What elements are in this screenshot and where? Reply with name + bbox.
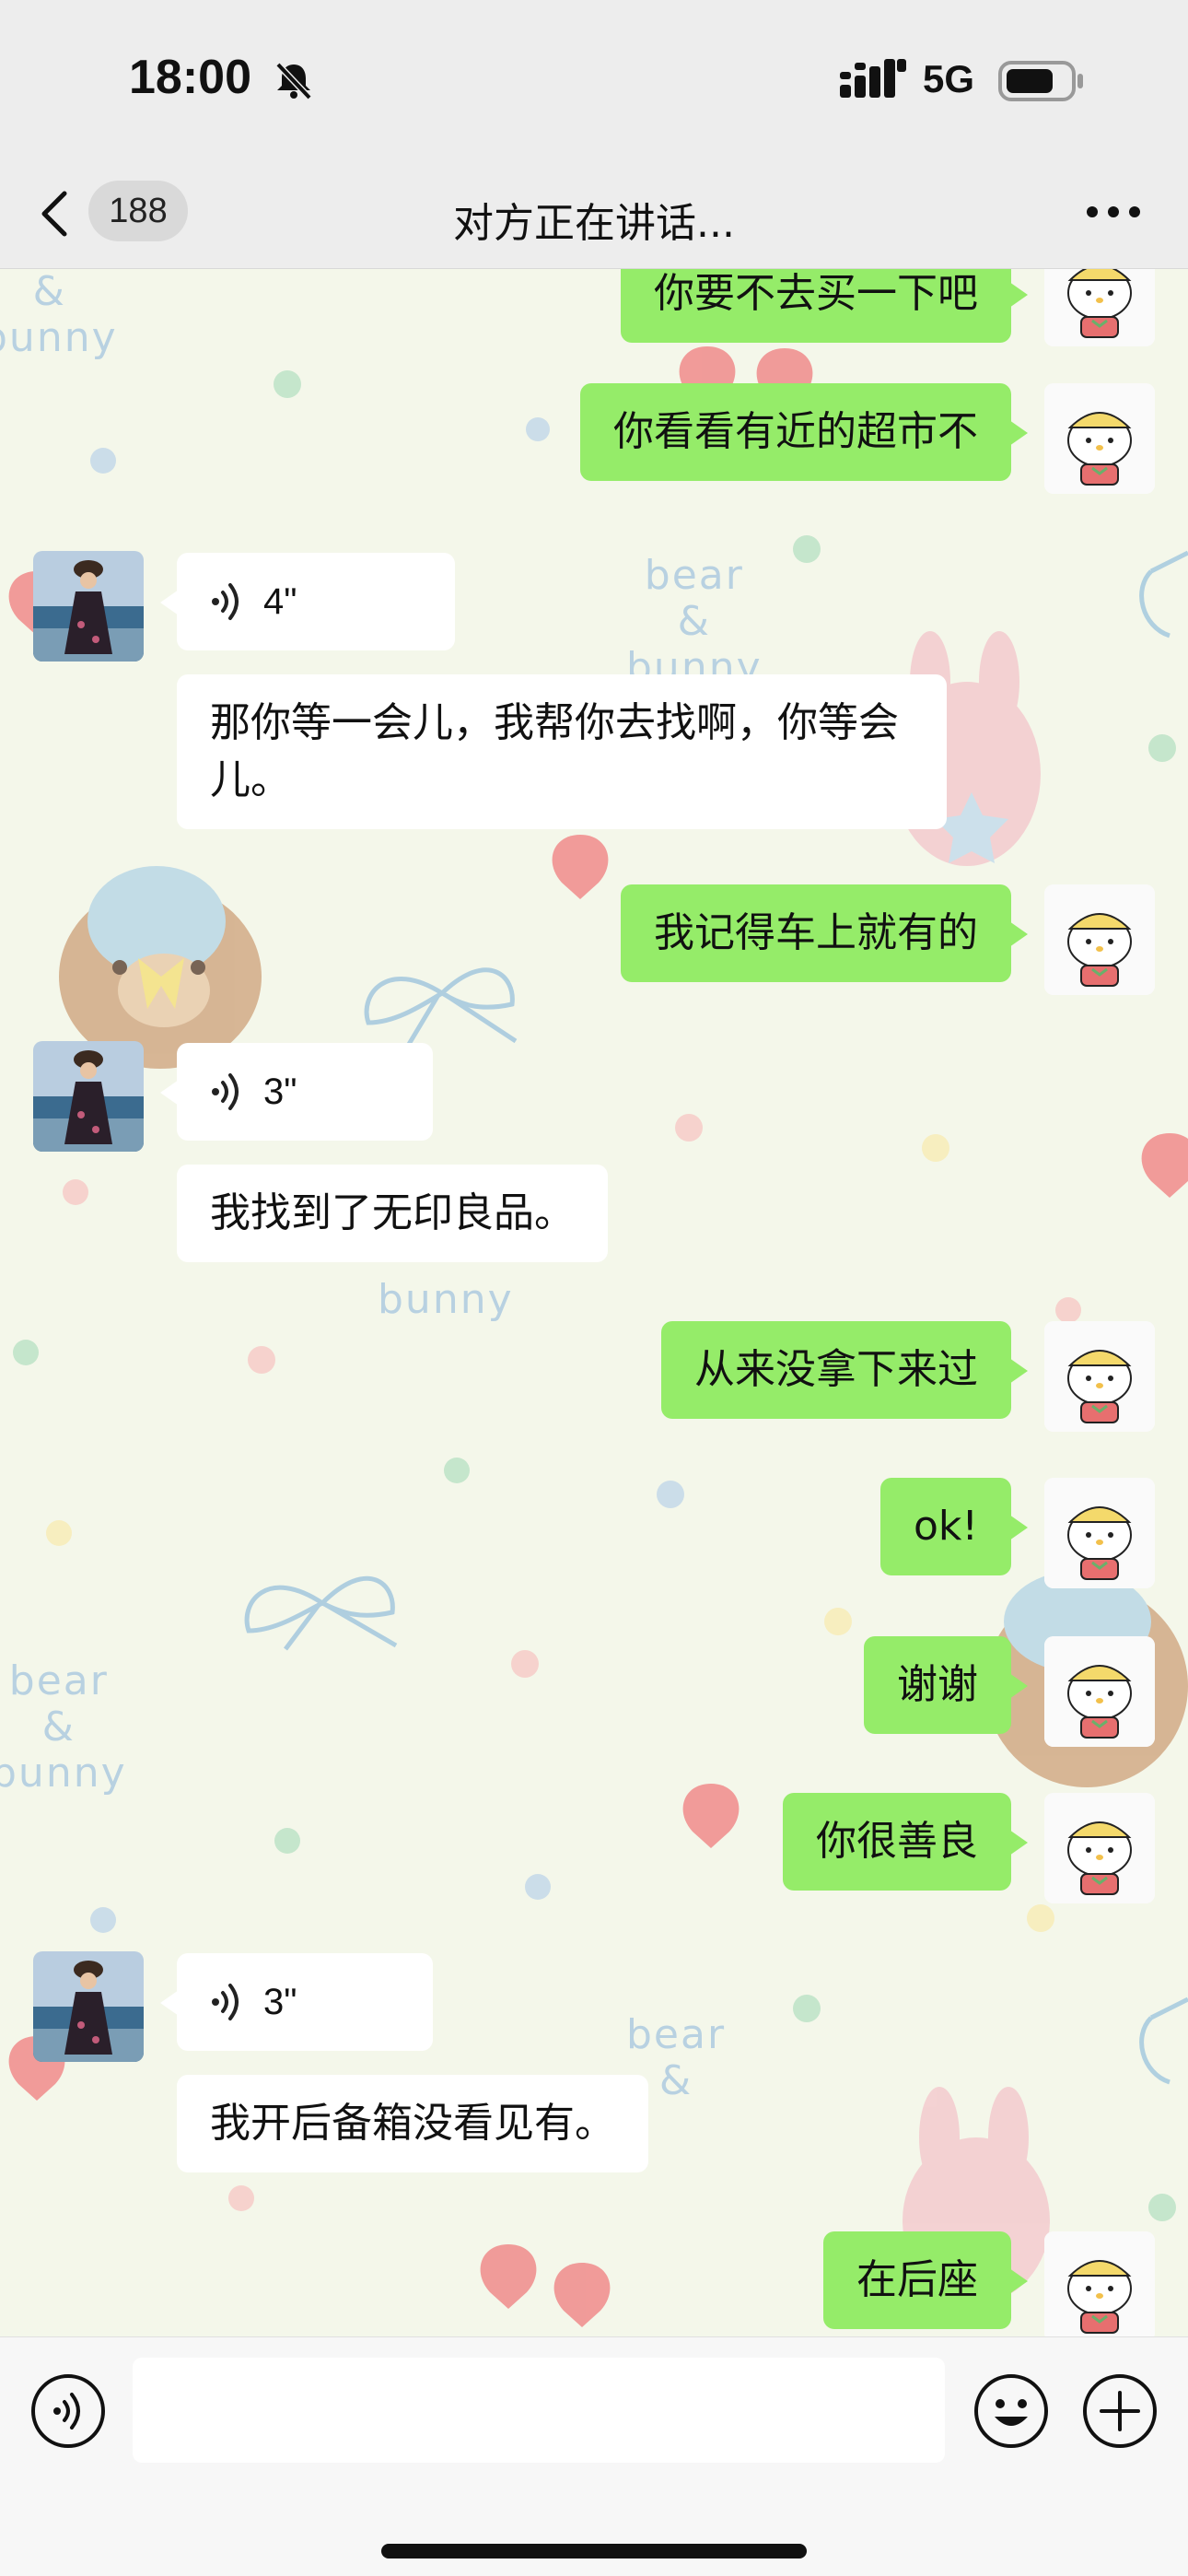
hello-kitty-avatar-icon xyxy=(1044,1636,1155,1747)
message-row: 我记得车上就有的 xyxy=(0,884,1188,1004)
voice-wave-icon xyxy=(212,1073,239,1110)
voice-message-bubble[interactable]: 4" xyxy=(160,553,455,650)
hello-kitty-avatar-icon xyxy=(1044,1793,1155,1903)
message-row: 你很善良 xyxy=(0,1793,1188,1913)
voice-duration: 3" xyxy=(263,1071,297,1112)
hello-kitty-avatar-icon xyxy=(1044,269,1155,346)
my-avatar[interactable] xyxy=(1044,1793,1155,1903)
message-bubble-sent[interactable]: 你要不去买一下吧 xyxy=(621,269,1028,343)
my-avatar[interactable] xyxy=(1044,269,1155,346)
status-bar: 18:00 5G xyxy=(0,0,1188,157)
message-bubble-sent[interactable]: 我记得车上就有的 xyxy=(621,884,1028,982)
hello-kitty-avatar-icon xyxy=(1044,383,1155,494)
my-avatar[interactable] xyxy=(1044,1636,1155,1747)
contact-avatar[interactable] xyxy=(33,1041,144,1152)
beach-photo-avatar-icon xyxy=(33,1951,144,2062)
message-bubble-sent[interactable]: ok! xyxy=(879,1478,1029,1575)
hello-kitty-avatar-icon xyxy=(1044,1478,1155,1588)
message-row: 从来没拿下来过 xyxy=(0,1321,1188,1441)
hello-kitty-avatar-icon xyxy=(1044,2231,1155,2336)
contact-avatar[interactable] xyxy=(33,551,144,662)
voice-wave-icon xyxy=(212,1984,239,2020)
message-row: 谢谢 xyxy=(0,1636,1188,1756)
message-row: 3" xyxy=(0,1951,1188,2071)
message-bubble-received[interactable]: 那你等一会儿，我帮你去找啊，你等会儿。 xyxy=(177,674,947,829)
message-bubble-sent[interactable]: 从来没拿下来过 xyxy=(661,1321,1028,1419)
message-row: 在后座 xyxy=(0,2231,1188,2336)
message-row: 那你等一会儿，我帮你去找啊，你等会儿。 xyxy=(0,674,1188,840)
battery-icon xyxy=(998,61,1083,101)
beach-photo-avatar-icon xyxy=(33,551,144,662)
status-time: 18:00 xyxy=(129,51,251,104)
message-input[interactable] xyxy=(133,2358,945,2463)
message-bubble-sent[interactable]: 谢谢 xyxy=(864,1636,1028,1734)
hello-kitty-avatar-icon xyxy=(1044,884,1155,995)
message-row: 你看看有近的超市不 xyxy=(0,383,1188,512)
plus-circle-icon[interactable] xyxy=(1081,2372,1159,2450)
signal-bars-icon xyxy=(840,59,906,98)
message-bubble-received[interactable]: 我找到了无印良品。 xyxy=(177,1165,608,1262)
voice-input-toggle-icon[interactable] xyxy=(29,2372,107,2450)
message-row: 我找到了无印良品。 xyxy=(0,1165,1188,1275)
message-row: ok! xyxy=(0,1478,1188,1598)
message-row: 你要不去买一下吧 xyxy=(0,269,1188,361)
voice-message-bubble[interactable]: 3" xyxy=(160,1953,433,2051)
message-bubble-sent[interactable]: 在后座 xyxy=(823,2231,1028,2329)
message-row: 3" xyxy=(0,1041,1188,1161)
bell-slash-icon xyxy=(275,62,312,100)
my-avatar[interactable] xyxy=(1044,2231,1155,2336)
voice-message-bubble[interactable]: 3" xyxy=(160,1043,433,1141)
voice-wave-icon xyxy=(212,583,239,620)
my-avatar[interactable] xyxy=(1044,1478,1155,1588)
my-avatar[interactable] xyxy=(1044,1321,1155,1432)
message-row: 我开后备箱没看见有。 xyxy=(0,2075,1188,2185)
more-dots-icon[interactable] xyxy=(1085,193,1142,230)
voice-duration: 3" xyxy=(263,1982,297,2022)
message-bubble-sent[interactable]: 你很善良 xyxy=(783,1793,1028,1891)
contact-avatar[interactable] xyxy=(33,1951,144,2062)
smiley-icon[interactable] xyxy=(973,2372,1050,2450)
my-avatar[interactable] xyxy=(1044,383,1155,494)
my-avatar[interactable] xyxy=(1044,884,1155,995)
voice-duration: 4" xyxy=(263,581,297,622)
hello-kitty-avatar-icon xyxy=(1044,1321,1155,1432)
chat-title: 对方正在讲话... xyxy=(453,200,735,247)
message-bubble-sent[interactable]: 你看看有近的超市不 xyxy=(580,383,1028,481)
network-type: 5G xyxy=(923,57,975,100)
input-bar xyxy=(0,2336,1188,2576)
message-row: 4" xyxy=(0,551,1188,671)
chat-header: 188 对方正在讲话... xyxy=(0,157,1188,269)
message-list[interactable]: 你要不去买一下吧 你看看有近的超市不 4" 那你等一会儿，我帮你去找啊，你等会儿… xyxy=(0,269,1188,2336)
beach-photo-avatar-icon xyxy=(33,1041,144,1152)
message-bubble-received[interactable]: 我开后备箱没看见有。 xyxy=(177,2075,648,2172)
home-indicator[interactable] xyxy=(381,2544,807,2558)
